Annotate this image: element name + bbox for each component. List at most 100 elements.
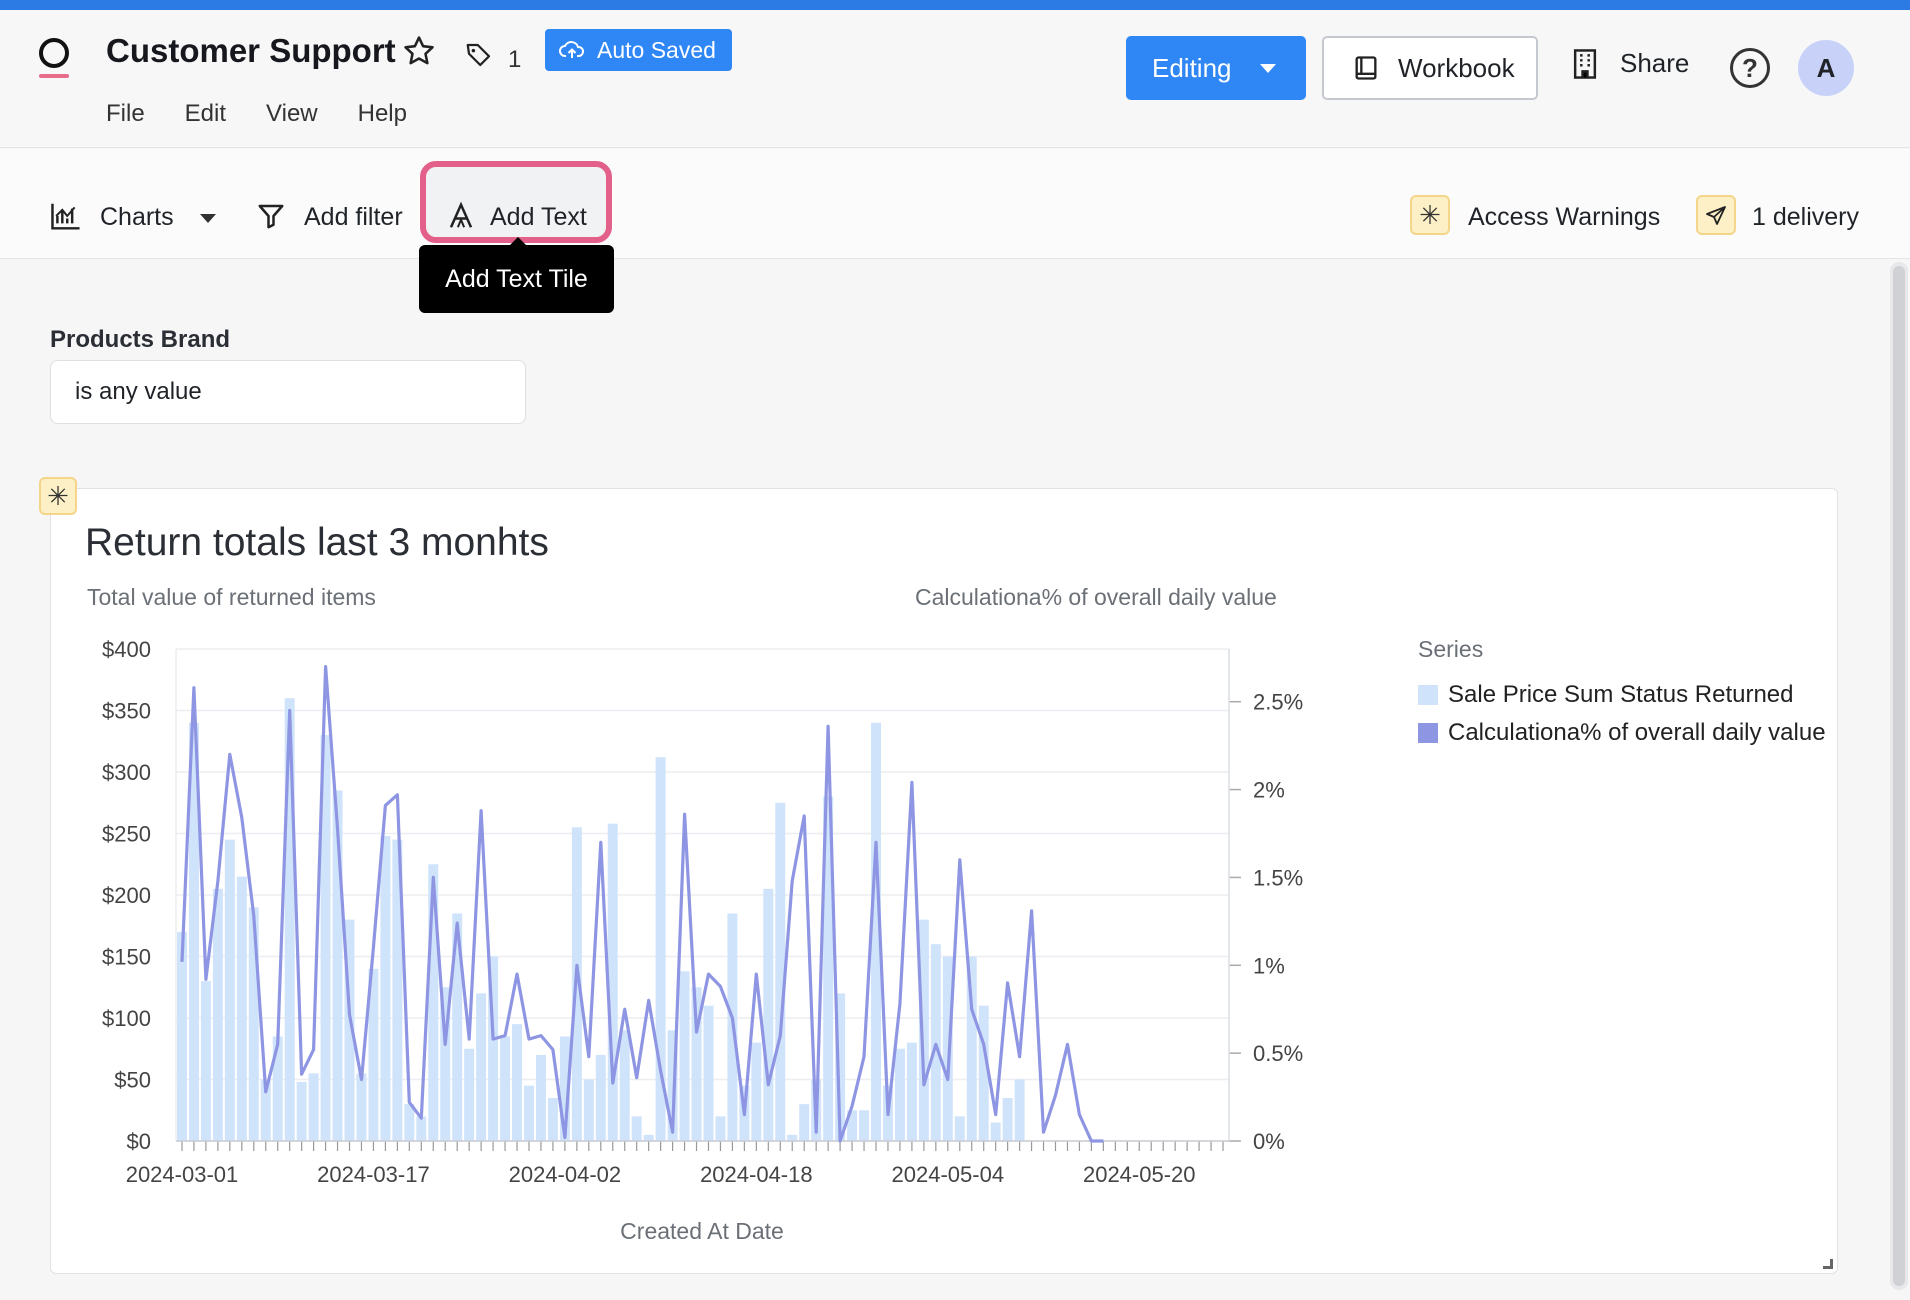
editing-dropdown-button[interactable]: Editing: [1126, 36, 1306, 100]
bar: [799, 1104, 810, 1141]
tag-icon[interactable]: [462, 40, 496, 70]
bar: [619, 1030, 630, 1141]
bar: [859, 1110, 870, 1141]
bar: [787, 1134, 798, 1141]
dashboard-toolbar: Charts Add filter Add Text ✳ Access Warn…: [0, 149, 1910, 259]
auto-saved-badge: Auto Saved: [545, 29, 732, 71]
filter-label: Products Brand: [50, 326, 231, 353]
menu-view[interactable]: View: [266, 100, 318, 128]
header: Customer Support 1 Auto Saved File Edit …: [0, 10, 1910, 148]
legend-swatch-line: [1418, 723, 1438, 743]
y2-tick-label: 1%: [1253, 953, 1285, 978]
y-tick-label: $50: [114, 1068, 151, 1093]
menu-help[interactable]: Help: [358, 100, 407, 128]
help-icon[interactable]: ?: [1730, 48, 1770, 88]
menu-edit[interactable]: Edit: [185, 100, 226, 128]
bar: [535, 1054, 546, 1141]
bar: [954, 1116, 965, 1141]
legend-label: Calculationa% of overall daily value: [1448, 719, 1826, 746]
send-icon: [1696, 195, 1736, 235]
access-warnings-button[interactable]: ✳ Access Warnings: [1410, 195, 1660, 235]
x-tick-label: 2024-04-18: [700, 1162, 813, 1187]
bar: [703, 1005, 714, 1141]
products-brand-filter-input[interactable]: is any value: [50, 360, 526, 424]
add-text-button[interactable]: Add Text: [446, 201, 587, 232]
y-tick-label: $400: [102, 637, 151, 662]
bar: [308, 1073, 319, 1141]
y-tick-label: $200: [102, 883, 151, 908]
bar: [583, 1079, 594, 1141]
top-accent-bar: [0, 0, 1910, 10]
asterisk-warning-icon: ✳: [1410, 195, 1450, 235]
bar: [751, 1042, 762, 1141]
book-icon: [1355, 56, 1377, 80]
menu-bar: File Edit View Help: [106, 100, 447, 128]
add-filter-button[interactable]: Add filter: [256, 203, 403, 232]
bar: [416, 1116, 427, 1141]
bar: [356, 1073, 367, 1141]
bar: [930, 944, 941, 1141]
cloud-upload-icon: [559, 41, 585, 58]
charts-dropdown[interactable]: Charts: [50, 203, 216, 232]
bar: [464, 1048, 475, 1141]
delivery-button[interactable]: 1 delivery: [1696, 195, 1859, 235]
menu-file[interactable]: File: [106, 100, 145, 128]
y-tick-label: $150: [102, 945, 151, 970]
y2-tick-label: 2.5%: [1253, 690, 1303, 715]
bar: [248, 907, 259, 1141]
bar: [547, 1097, 558, 1141]
bar: [906, 1042, 917, 1141]
bar: [679, 971, 690, 1141]
y-axis-label: Total value of returned items: [87, 584, 376, 610]
chart-icon: [51, 203, 80, 230]
bar: [643, 1134, 654, 1141]
workbook-title[interactable]: Customer Support: [106, 32, 396, 70]
bar: [1014, 1079, 1025, 1141]
bar: [942, 956, 953, 1141]
legend-label: Sale Price Sum Status Returned: [1448, 681, 1794, 708]
y-tick-label: $250: [102, 822, 151, 847]
bar: [631, 1116, 642, 1141]
bar: [512, 1024, 523, 1141]
star-icon[interactable]: [402, 34, 436, 68]
x-tick-label: 2024-05-04: [892, 1162, 1005, 1187]
resize-handle[interactable]: [1823, 1259, 1833, 1269]
bar: [404, 1104, 415, 1141]
y2-tick-label: 0%: [1253, 1129, 1285, 1154]
legend-swatch-bars: [1418, 685, 1438, 705]
chart-svg: Total value of returned items Calculation…: [87, 584, 1826, 1244]
bar: [595, 1054, 606, 1141]
bar: [1002, 1097, 1013, 1141]
app-logo[interactable]: [36, 34, 72, 82]
y2-axis-label: Calculationa% of overall daily value: [915, 584, 1277, 610]
x-tick-label: 2024-03-01: [126, 1162, 239, 1187]
workbook-button[interactable]: Workbook: [1322, 36, 1538, 100]
chevron-down-icon: [1260, 64, 1276, 73]
chart-tile[interactable]: Return totals last 3 monhts Total value …: [50, 488, 1838, 1274]
y2-tick-label: 1.5%: [1253, 865, 1303, 890]
bar: [990, 1122, 1001, 1141]
bar: [212, 888, 223, 1141]
vertical-scrollbar[interactable]: [1890, 262, 1908, 1290]
y-tick-label: $350: [102, 699, 151, 724]
bar: [894, 1048, 905, 1141]
bar: [236, 876, 247, 1141]
bar: [380, 835, 391, 1141]
chevron-down-icon: [199, 213, 216, 223]
bar: [524, 1085, 534, 1141]
tag-count: 1: [508, 46, 522, 73]
bar: [476, 993, 487, 1141]
avatar[interactable]: A: [1798, 40, 1854, 96]
x-tick-label: 2024-04-02: [509, 1162, 622, 1187]
bar: [715, 1116, 726, 1141]
y-tick-label: $100: [102, 1006, 151, 1031]
bar: [763, 888, 774, 1141]
bar: [177, 931, 187, 1141]
bar: [200, 981, 211, 1141]
building-icon: [1573, 49, 1597, 79]
legend-title: Series: [1418, 636, 1483, 662]
x-axis-label: Created At Date: [620, 1218, 784, 1244]
add-text-tooltip: Add Text Tile: [419, 237, 614, 313]
share-button[interactable]: Share: [1570, 48, 1689, 79]
asterisk-warning-icon[interactable]: ✳: [39, 477, 77, 515]
